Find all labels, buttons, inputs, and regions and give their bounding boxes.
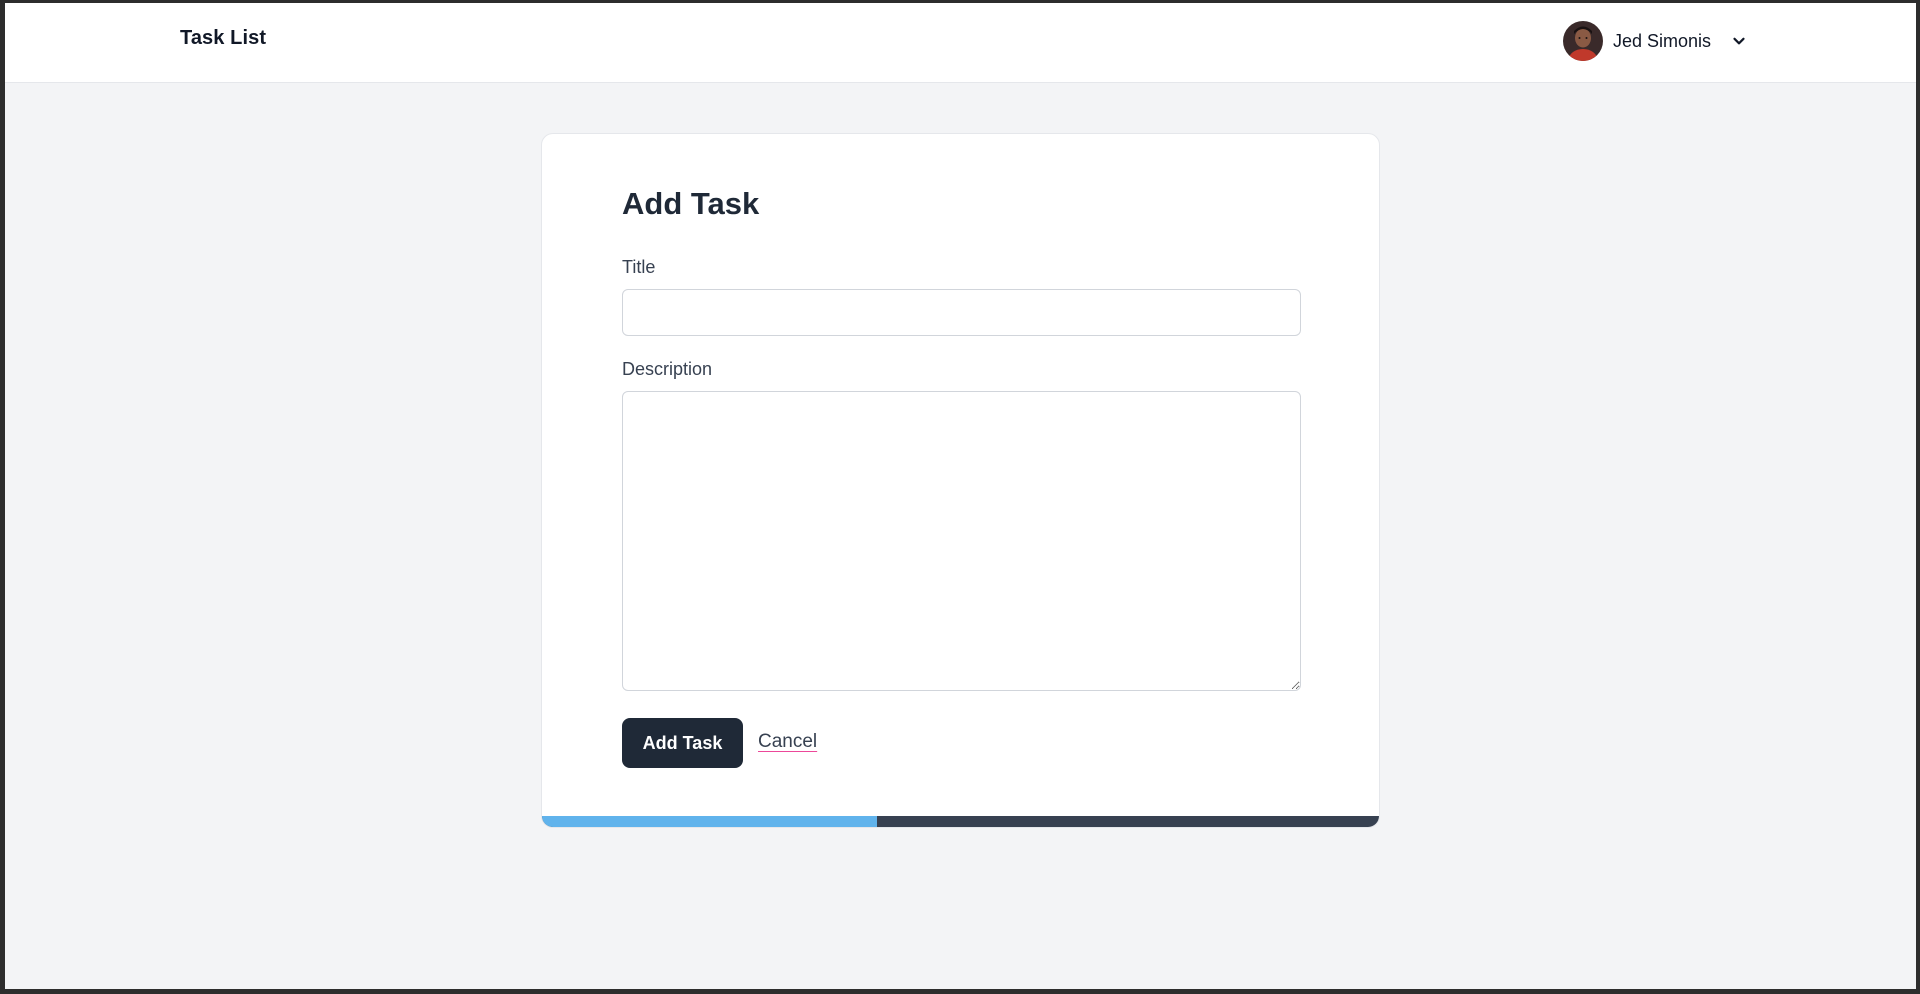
add-task-button[interactable]: Add Task — [622, 718, 743, 768]
user-avatar — [1563, 21, 1603, 61]
user-menu-trigger[interactable]: Jed Simonis — [1563, 21, 1747, 61]
description-label: Description — [622, 359, 713, 379]
description-textarea[interactable] — [622, 391, 1301, 691]
title-label: Title — [622, 257, 656, 277]
progress-bar-fill — [542, 816, 877, 827]
add-task-card: Add Task Title Description Add Task Canc… — [541, 133, 1380, 828]
app-window: Task List Jed Simonis Add Task Title Des… — [5, 3, 1916, 989]
title-input[interactable] — [622, 289, 1301, 336]
user-name: Jed Simonis — [1613, 30, 1712, 51]
brand-link[interactable]: Task List — [180, 27, 266, 50]
progress-bar — [542, 816, 1379, 827]
page-title: Add Task — [622, 186, 760, 221]
top-navigation: Task List Jed Simonis — [5, 3, 1916, 83]
chevron-down-icon — [1731, 33, 1747, 49]
cancel-link[interactable]: Cancel — [758, 731, 817, 753]
